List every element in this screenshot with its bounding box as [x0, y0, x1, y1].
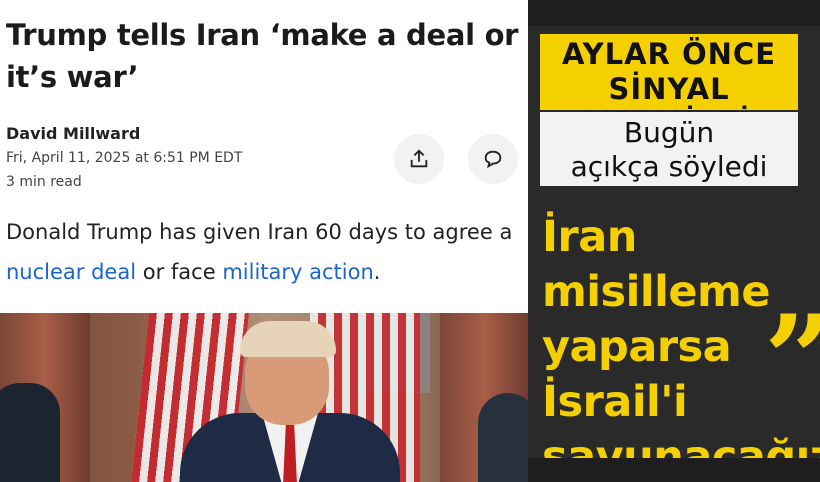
lede-text-middle: or face — [136, 260, 223, 284]
yellow-caption-line-1: AYLAR ÖNCE — [561, 37, 777, 71]
article-photo — [0, 313, 528, 482]
white-caption-box: Bugün açıkça söyledi — [540, 112, 798, 186]
article-headline: Trump tells Iran ‘make a deal or it’s wa… — [6, 18, 519, 94]
white-caption-line-2: açıkça söyledi — [570, 150, 768, 183]
article-lede: Donald Trump has given Iran 60 days to a… — [6, 212, 521, 292]
lede-text-prefix: Donald Trump has given Iran 60 days to a… — [6, 220, 513, 244]
comments-button[interactable] — [468, 134, 518, 184]
overlay-panel: AYLAR ÖNCE SİNYAL VERMİŞTİ Bugün açıkça … — [528, 0, 820, 482]
yellow-caption-box: AYLAR ÖNCE SİNYAL VERMİŞTİ — [540, 34, 798, 140]
quote-line: yaparsa — [542, 322, 732, 372]
top-dark-bar — [528, 0, 820, 26]
article-panel: Trump tells Iran ‘make a deal or it’s wa… — [0, 0, 528, 482]
quote-line: İran — [542, 212, 637, 262]
speaker-hair — [240, 321, 336, 357]
quote-line: misilleme — [542, 267, 771, 317]
quotation-mark-icon: ” — [764, 300, 820, 420]
person-left-silhouette — [0, 383, 60, 482]
military-action-link[interactable]: military action — [222, 260, 373, 284]
comment-icon — [484, 150, 502, 169]
nuclear-deal-link[interactable]: nuclear deal — [6, 260, 136, 284]
share-button[interactable] — [394, 134, 444, 184]
read-time: 3 min read — [6, 174, 82, 190]
bottom-dark-bar — [528, 458, 820, 482]
quote-block: İran misilleme yaparsa İsrail'i savunaca… — [542, 210, 820, 482]
publish-date: Fri, April 11, 2025 at 6:51 PM EDT — [6, 150, 243, 166]
author-name[interactable]: David Millward — [6, 124, 140, 143]
person-right-silhouette — [478, 393, 528, 482]
lede-text-suffix: . — [373, 260, 381, 284]
quote-line: İsrail'i — [542, 377, 688, 427]
share-icon — [410, 149, 428, 168]
white-caption-line-1: Bugün — [623, 116, 715, 149]
